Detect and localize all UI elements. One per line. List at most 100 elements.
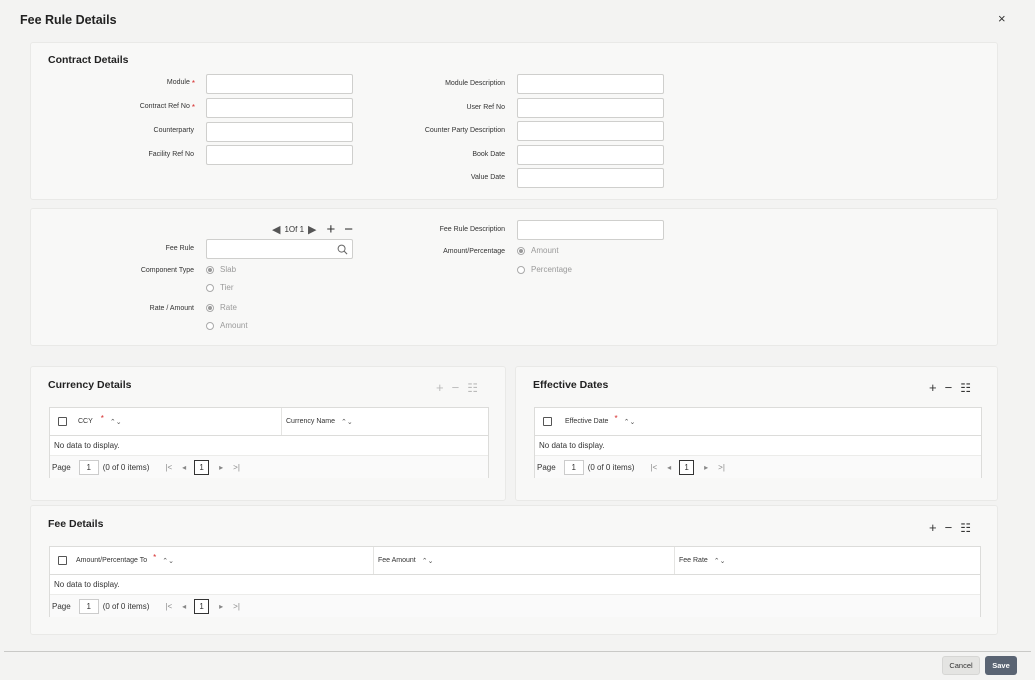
component-type-label: Component Type <box>140 267 194 274</box>
add-row-icon[interactable]: + <box>929 380 937 395</box>
radio-selected[interactable] <box>206 265 214 274</box>
close-icon[interactable]: × <box>998 12 1006 25</box>
single-view-icon[interactable]: ☷ <box>960 521 971 535</box>
radio-selected[interactable] <box>517 246 525 255</box>
required-mark: * <box>191 79 195 88</box>
radio-selected[interactable] <box>206 303 214 312</box>
grid-header: Effective Date * ⌃⌄ <box>535 408 981 436</box>
rate-radio[interactable]: Rate <box>206 303 237 312</box>
next-page-icon[interactable]: ▸ <box>219 602 223 611</box>
effective-date-column-header[interactable]: Effective Date <box>565 418 608 425</box>
slab-label: Slab <box>220 265 237 274</box>
fee-details-title: Fee Details <box>48 518 104 530</box>
items-count: (0 of 0 items) <box>587 462 635 472</box>
current-page[interactable]: 1 <box>679 459 695 475</box>
save-button[interactable]: Save <box>985 656 1017 675</box>
grid-header: Amount/Percentage To * ⌃⌄ Fee Amount ⌃⌄ … <box>50 547 980 575</box>
add-row-icon[interactable]: + <box>436 380 444 395</box>
slab-radio[interactable]: Slab <box>206 265 236 274</box>
fee-details-toolbar: + − ☷ <box>929 520 971 535</box>
tier-label: Tier <box>220 283 234 292</box>
facility-ref-label: Facility Ref No <box>148 151 194 158</box>
sort-icon[interactable]: ⌃⌄ <box>422 557 434 565</box>
next-page-icon[interactable]: ▸ <box>704 463 708 472</box>
last-page-icon[interactable]: >| <box>233 463 240 472</box>
value-date-label: Value Date <box>470 174 505 181</box>
sort-icon[interactable]: ⌃⌄ <box>624 418 636 426</box>
no-data-message: No data to display. <box>50 575 980 595</box>
pagination: Page 1 (0 of 0 items) |< ◂ 1 ▸ >| <box>50 595 980 617</box>
amount-percentage-amount-label: Amount <box>531 246 559 255</box>
no-data-message: No data to display. <box>535 436 981 456</box>
amount-percentage-label: Amount/Percentage <box>443 248 505 255</box>
percentage-label: Percentage <box>531 265 572 274</box>
fee-rule-panel: ◀ 1Of 1 ▶ + − Fee Rule Component Type Sl… <box>30 208 998 346</box>
remove-row-icon[interactable]: − <box>945 520 953 535</box>
fee-rule-description-label: Fee Rule Description <box>439 226 505 233</box>
user-ref-label: User Ref No <box>466 104 505 111</box>
counterparty-label: Counterparty <box>153 127 194 134</box>
cancel-button[interactable]: Cancel <box>942 656 980 675</box>
remove-row-icon[interactable]: − <box>945 380 953 395</box>
sort-icon[interactable]: ⌃⌄ <box>341 418 353 426</box>
radio-unselected[interactable] <box>206 283 214 292</box>
select-all-checkbox[interactable] <box>542 417 552 426</box>
counterparty-description-input[interactable] <box>517 121 664 141</box>
required-mark: * <box>614 414 618 423</box>
next-page-icon[interactable]: ▸ <box>219 463 223 472</box>
effective-dates-title: Effective Dates <box>533 379 609 391</box>
remove-row-icon[interactable]: − <box>452 380 460 395</box>
user-ref-input[interactable] <box>517 98 664 118</box>
book-date-label: Book Date <box>472 151 505 158</box>
amount-radio[interactable]: Amount <box>206 321 248 330</box>
amount-percentage-percentage-radio[interactable]: Percentage <box>517 265 572 274</box>
current-page[interactable]: 1 <box>194 598 210 614</box>
select-all-checkbox[interactable] <box>57 417 67 426</box>
select-all-checkbox[interactable] <box>57 556 67 565</box>
fee-details-grid: Amount/Percentage To * ⌃⌄ Fee Amount ⌃⌄ … <box>49 546 981 617</box>
fee-amount-column-header[interactable]: Fee Amount <box>378 557 416 564</box>
first-page-icon[interactable]: |< <box>650 463 657 472</box>
sort-icon[interactable]: ⌃⌄ <box>714 557 726 565</box>
sort-icon[interactable]: ⌃⌄ <box>110 418 122 426</box>
tier-radio[interactable]: Tier <box>206 283 233 292</box>
amount-percentage-to-column-header[interactable]: Amount/Percentage To <box>76 557 147 564</box>
no-data-message: No data to display. <box>50 436 488 456</box>
book-date-input[interactable] <box>517 145 664 165</box>
page-number-input[interactable]: 1 <box>78 459 99 475</box>
ccy-column-header[interactable]: CCY <box>78 418 93 425</box>
module-description-input[interactable] <box>517 74 664 94</box>
page-number-input[interactable]: 1 <box>78 598 99 614</box>
required-mark: * <box>153 553 157 562</box>
first-page-icon[interactable]: |< <box>165 463 172 472</box>
fee-rule-description-input[interactable] <box>517 220 664 240</box>
single-view-icon[interactable]: ☷ <box>467 381 478 395</box>
previous-page-icon[interactable]: ◂ <box>182 602 186 611</box>
contract-ref-label: Contract Ref No * <box>139 103 195 112</box>
items-count: (0 of 0 items) <box>102 601 150 611</box>
radio-unselected[interactable] <box>206 321 214 330</box>
previous-page-icon[interactable]: ◂ <box>182 463 186 472</box>
last-page-icon[interactable]: >| <box>718 463 725 472</box>
module-description-label: Module Description <box>445 80 505 87</box>
previous-record-icon[interactable]: ◀ <box>272 223 280 236</box>
single-view-icon[interactable]: ☷ <box>960 381 971 395</box>
currency-name-column-header[interactable]: Currency Name <box>286 418 335 425</box>
last-page-icon[interactable]: >| <box>233 602 240 611</box>
value-date-input[interactable] <box>517 168 664 188</box>
add-row-icon[interactable]: + <box>929 520 937 535</box>
previous-page-icon[interactable]: ◂ <box>667 463 671 472</box>
contract-details-title: Contract Details <box>48 54 129 66</box>
amount-option-label: Amount <box>220 321 248 330</box>
current-page[interactable]: 1 <box>194 459 210 475</box>
effective-dates-grid: Effective Date * ⌃⌄ No data to display. … <box>534 407 982 478</box>
page-label: Page <box>537 462 556 472</box>
radio-unselected[interactable] <box>517 265 525 274</box>
counterparty-description-label: Counter Party Description <box>424 127 505 134</box>
amount-percentage-amount-radio[interactable]: Amount <box>517 246 559 255</box>
page-number-input[interactable]: 1 <box>563 459 584 475</box>
fee-details-panel: Fee Details + − ☷ Amount/Percentage To *… <box>30 505 998 635</box>
sort-icon[interactable]: ⌃⌄ <box>162 557 174 565</box>
first-page-icon[interactable]: |< <box>165 602 172 611</box>
fee-rate-column-header[interactable]: Fee Rate <box>679 557 708 564</box>
